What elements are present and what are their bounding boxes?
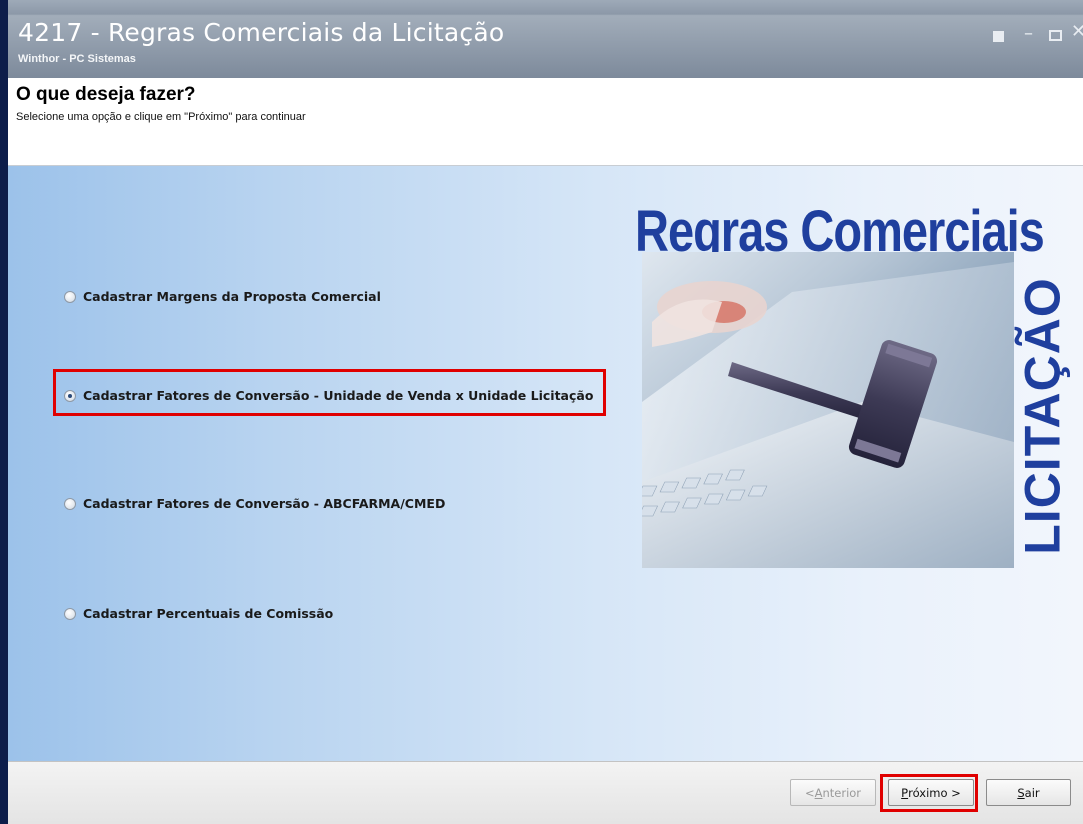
exit-label-rest: air [1024, 785, 1040, 800]
previous-label-rest: nterior [822, 785, 862, 800]
page-title: O que deseja fazer? [16, 84, 196, 105]
page-hint: Selecione uma opção e clique em "Próximo… [16, 111, 306, 123]
previous-button[interactable]: < A nterior [790, 779, 876, 806]
illustration-svg [642, 262, 1014, 568]
options-panel: Cadastrar Margens da Proposta Comercial … [8, 166, 1083, 761]
window-title: 4217 - Regras Comerciais da Licitação [18, 18, 505, 47]
banner-vertical-label: LICITAÇÃO [1015, 277, 1072, 555]
banner-vertical-text: LICITAÇÃO [1015, 256, 1071, 576]
option-label: Cadastrar Percentuais de Comissão [83, 606, 334, 621]
minimize-icon[interactable]: – [1024, 23, 1033, 44]
title-bar[interactable]: 4217 - Regras Comerciais da Licitação Wi… [8, 0, 1083, 78]
close-icon[interactable]: ✕ [1071, 21, 1083, 42]
option-fatores-unidade[interactable]: Cadastrar Fatores de Conversão - Unidade… [64, 388, 593, 403]
option-fatores-abcfarma[interactable]: Cadastrar Fatores de Conversão - ABCFARM… [64, 496, 445, 511]
option-label: Cadastrar Margens da Proposta Comercial [83, 289, 381, 304]
restore-icon[interactable] [993, 31, 1004, 42]
radio-button[interactable] [64, 607, 76, 620]
next-button[interactable]: P róximo > [888, 779, 974, 806]
next-label-key: P [901, 785, 909, 800]
option-margens[interactable]: Cadastrar Margens da Proposta Comercial [64, 289, 381, 304]
wizard-window: 4217 - Regras Comerciais da Licitação Wi… [0, 0, 1083, 824]
radio-button-checked[interactable] [64, 389, 76, 402]
previous-label-key: A [814, 785, 823, 800]
option-label: Cadastrar Fatores de Conversão - Unidade… [83, 388, 594, 403]
next-label-rest: róximo > [908, 785, 961, 800]
window-subtitle: Winthor - PC Sistemas [18, 53, 136, 65]
previous-label-prefix: < [804, 785, 815, 800]
exit-label-key: S [1017, 785, 1025, 800]
radio-button[interactable] [64, 290, 76, 303]
wizard-footer: < A nterior P róximo > S air [8, 761, 1083, 824]
option-label: Cadastrar Fatores de Conversão - ABCFARM… [83, 496, 446, 511]
gavel-keyboard-illustration [642, 252, 1014, 568]
exit-button[interactable]: S air [986, 779, 1071, 806]
maximize-icon[interactable] [1049, 30, 1062, 41]
wizard-header: O que deseja fazer? Selecione uma opção … [8, 78, 1083, 166]
option-percentuais-comissao[interactable]: Cadastrar Percentuais de Comissão [64, 606, 333, 621]
radio-button[interactable] [64, 497, 76, 510]
